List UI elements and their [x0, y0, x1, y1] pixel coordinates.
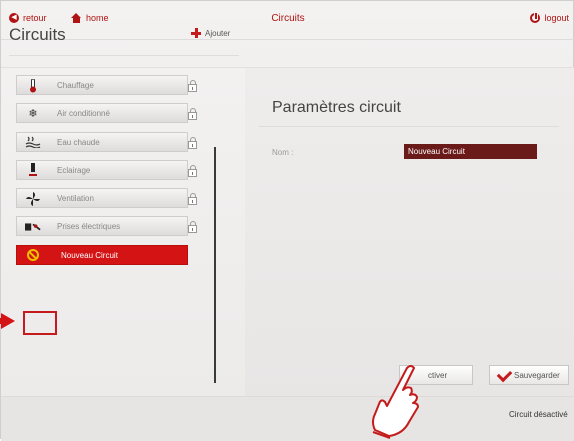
lamp-icon — [25, 163, 41, 177]
save-button[interactable]: Sauvegarder — [489, 365, 569, 385]
logout-label: logout — [544, 13, 569, 23]
lock-icon — [188, 221, 197, 234]
snowflake-icon: ❄ — [28, 108, 38, 121]
thermometer-icon — [25, 78, 41, 92]
circuit-label: Ventilation — [57, 194, 94, 204]
circuit-item-prises[interactable]: Prises électriques — [16, 216, 197, 237]
lock-icon — [188, 136, 197, 149]
lock-icon — [188, 108, 197, 121]
settings-panel — [245, 68, 574, 396]
circuit-item-eau-chaude[interactable]: Eau chaude — [16, 131, 197, 152]
circuit-label: Chauffage — [57, 81, 94, 90]
status-text: Circuit désactivé — [509, 410, 568, 419]
circuit-label: Eau chaude — [57, 137, 100, 147]
add-circuit-button[interactable]: Ajouter — [191, 28, 230, 38]
hot-water-icon — [25, 136, 41, 149]
circuits-heading: Circuits — [9, 25, 66, 44]
save-label: Sauvegarder — [514, 370, 560, 380]
lock-icon — [188, 80, 197, 92]
pointer-arrow-icon — [1, 313, 15, 329]
app-window: ◀ retour home Circuits logout Circuits A… — [0, 0, 574, 441]
power-icon — [530, 12, 541, 23]
circuit-label: Eclairage — [57, 165, 91, 175]
name-label: Nom : — [272, 148, 294, 157]
logout-link[interactable]: logout — [530, 12, 569, 23]
left-divider — [9, 55, 239, 56]
settings-heading: Paramètres circuit — [272, 99, 401, 116]
checkmark-icon — [496, 366, 513, 383]
circuit-item-ventilation[interactable]: Ventilation — [16, 188, 197, 209]
page-title: Circuits — [271, 13, 305, 24]
circuit-item-air-conditionne[interactable]: ❄ Air conditionné — [16, 103, 197, 124]
name-field[interactable]: Nouveau Circuit — [404, 144, 537, 159]
add-label: Ajouter — [205, 28, 231, 38]
plug-icon — [25, 220, 41, 233]
right-divider — [259, 126, 559, 127]
footer-bar — [1, 396, 574, 441]
circuit-label: Prises électriques — [57, 222, 121, 232]
tap-hand-icon — [372, 365, 419, 439]
circuit-item-eclairage[interactable]: Eclairage — [16, 159, 197, 180]
circuit-label: Air conditionné — [57, 109, 110, 119]
top-bar: ◀ retour home Circuits logout — [1, 1, 574, 40]
circuit-label: Nouveau Circuit — [61, 250, 118, 260]
lock-icon — [188, 164, 197, 177]
list-scrollbar[interactable] — [214, 147, 216, 383]
circuit-item-nouveau[interactable]: Nouveau Circuit — [16, 244, 188, 265]
circuit-list: Chauffage ❄ Air conditionné Eau chaude E… — [16, 75, 197, 273]
circuit-item-chauffage[interactable]: Chauffage — [16, 75, 197, 95]
fan-icon — [25, 191, 41, 206]
lock-icon — [188, 193, 197, 206]
ban-icon — [25, 249, 41, 262]
plus-icon — [191, 28, 201, 38]
